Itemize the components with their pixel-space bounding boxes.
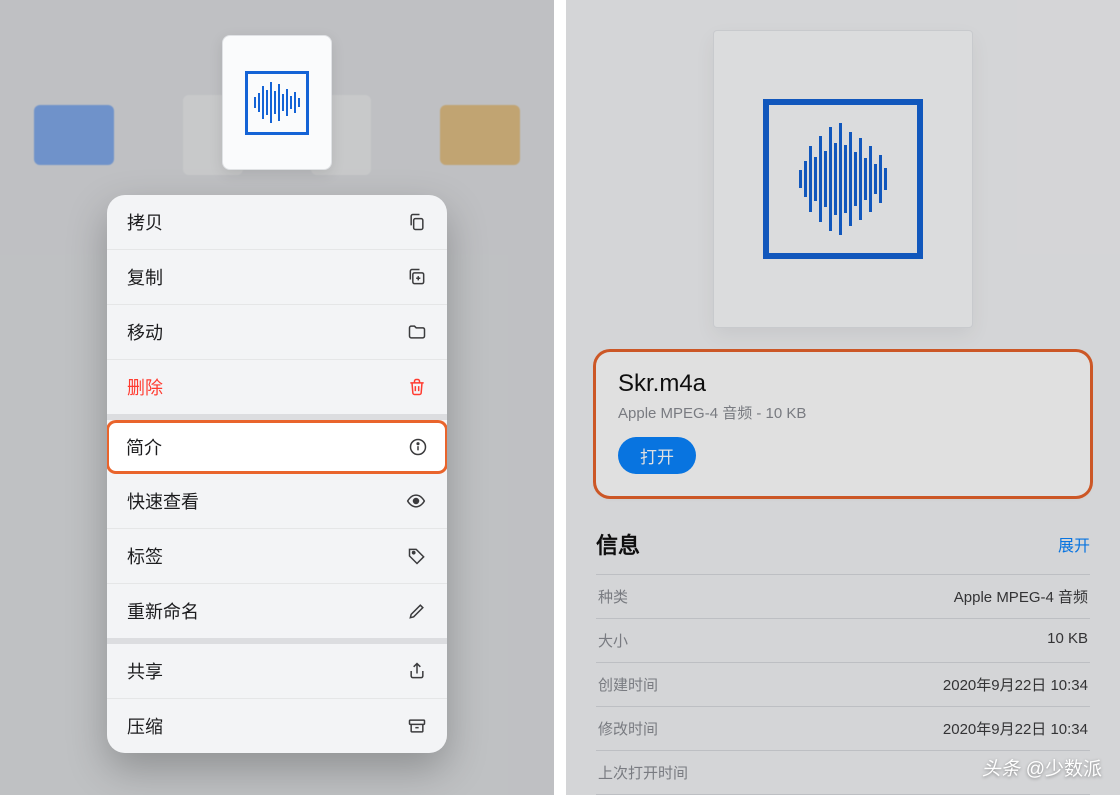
menu-item-label: 简介 — [126, 434, 162, 460]
info-row: 创建时间 2020年9月22日 10:34 — [596, 663, 1090, 707]
menu-item-label: 复制 — [127, 264, 163, 290]
menu-item-info[interactable]: 简介 — [107, 420, 447, 474]
menu-item-label: 共享 — [127, 658, 163, 684]
menu-item-label: 删除 — [127, 374, 163, 400]
open-button[interactable]: 打开 — [618, 437, 696, 474]
menu-item-duplicate[interactable]: 复制 — [107, 250, 447, 305]
menu-item-label: 快速查看 — [127, 488, 199, 514]
info-key: 创建时间 — [598, 674, 658, 695]
share-icon — [403, 661, 427, 681]
info-value: 10 KB — [1047, 630, 1088, 651]
info-row: 大小 10 KB — [596, 619, 1090, 663]
file-subtitle: Apple MPEG-4 音频 - 10 KB — [618, 402, 1068, 423]
file-info-card: Skr.m4a Apple MPEG-4 音频 - 10 KB 打开 — [596, 352, 1090, 496]
right-screenshot-pane: Skr.m4a Apple MPEG-4 音频 - 10 KB 打开 信息 展开… — [566, 0, 1120, 795]
info-value: Apple MPEG-4 音频 — [954, 586, 1088, 607]
menu-item-trash[interactable]: 删除 — [107, 360, 447, 414]
info-key: 上次打开时间 — [598, 762, 688, 783]
menu-item-archive[interactable]: 压缩 — [107, 699, 447, 753]
audio-waveform-icon — [763, 99, 923, 259]
info-value: 2020年9月22日 10:34 — [943, 674, 1088, 695]
watermark: 头条 @少数派 — [982, 754, 1102, 781]
info-row: 修改时间 2020年9月22日 10:34 — [596, 707, 1090, 751]
folder-icon — [403, 322, 427, 342]
watermark-brand: 头条 — [982, 754, 1020, 781]
info-key: 修改时间 — [598, 718, 658, 739]
menu-item-label: 重新命名 — [127, 598, 199, 624]
duplicate-icon — [403, 267, 427, 287]
left-screenshot-pane: 拷贝复制移动删除简介快速查看标签重新命名共享压缩 — [0, 0, 554, 795]
watermark-handle: @少数派 — [1026, 754, 1102, 781]
tag-icon — [403, 546, 427, 566]
info-icon — [404, 437, 428, 457]
audio-waveform-icon — [245, 71, 309, 135]
menu-item-label: 压缩 — [127, 713, 163, 739]
file-thumbnail-small — [222, 35, 332, 170]
menu-item-label: 标签 — [127, 543, 163, 569]
info-row: 种类 Apple MPEG-4 音频 — [596, 575, 1090, 619]
menu-item-tag[interactable]: 标签 — [107, 529, 447, 584]
menu-item-eye[interactable]: 快速查看 — [107, 474, 447, 529]
menu-item-pencil[interactable]: 重新命名 — [107, 584, 447, 638]
file-name: Skr.m4a — [618, 370, 1068, 398]
copy-icon — [403, 212, 427, 232]
info-value: 2020年9月22日 10:34 — [943, 718, 1088, 739]
menu-item-share[interactable]: 共享 — [107, 644, 447, 699]
expand-link[interactable]: 展开 — [1058, 532, 1090, 556]
info-key: 大小 — [598, 630, 628, 651]
menu-item-folder[interactable]: 移动 — [107, 305, 447, 360]
menu-item-copy[interactable]: 拷贝 — [107, 195, 447, 250]
menu-item-label: 拷贝 — [127, 209, 163, 235]
info-key: 种类 — [598, 586, 628, 607]
info-section-title: 信息 — [596, 528, 640, 560]
archive-icon — [403, 716, 427, 736]
trash-icon — [403, 377, 427, 397]
file-thumbnail-large — [713, 30, 973, 328]
eye-icon — [403, 491, 427, 511]
pencil-icon — [403, 601, 427, 621]
menu-item-label: 移动 — [127, 319, 163, 345]
context-menu: 拷贝复制移动删除简介快速查看标签重新命名共享压缩 — [107, 195, 447, 753]
